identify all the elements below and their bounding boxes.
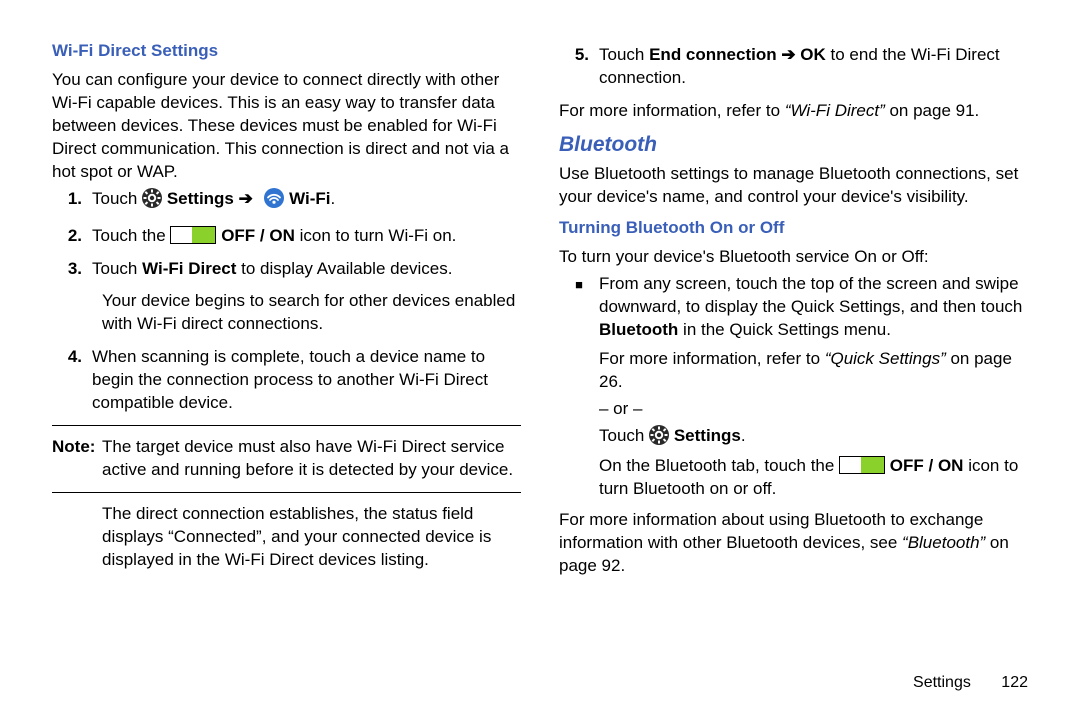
arrow-icon: ➔ — [239, 189, 253, 208]
footer-section: Settings — [913, 674, 971, 691]
wifi-direct-steps-cont: 4. When scanning is complete, touch a de… — [52, 346, 521, 415]
note-body: The target device must also have Wi-Fi D… — [102, 436, 521, 482]
toggle-icon — [839, 456, 885, 474]
bluetooth-heading: Bluetooth — [559, 131, 1028, 159]
text: . — [741, 426, 746, 445]
bluetooth-tab-line: On the Bluetooth tab, touch the OFF / ON… — [599, 455, 1028, 501]
gear-icon — [142, 188, 162, 215]
text: Touch — [599, 45, 649, 64]
bluetooth-label: Bluetooth — [599, 320, 678, 339]
step-number: 3. — [52, 258, 92, 281]
divider — [52, 492, 521, 493]
end-connection-label: End connection — [649, 45, 781, 64]
off-on-label: OFF / ON — [221, 226, 295, 245]
wifi-direct-heading: Wi-Fi Direct Settings — [52, 40, 521, 63]
reference-title: “Wi-Fi Direct” — [785, 101, 885, 120]
settings-label: Settings — [167, 189, 239, 208]
wifi-direct-steps-right: 5. Touch End connection ➔ OK to end the … — [559, 44, 1028, 90]
note-block: Note: The target device must also have W… — [52, 436, 521, 482]
bluetooth-reference: For more information about using Bluetoo… — [559, 509, 1028, 578]
reference-title: “Bluetooth” — [902, 533, 985, 552]
bullet-1: From any screen, touch the top of the sc… — [599, 273, 1028, 342]
wifi-label: Wi-Fi — [289, 189, 330, 208]
wifi-icon — [264, 188, 284, 215]
off-on-label: OFF / ON — [890, 456, 964, 475]
bluetooth-intro: Use Bluetooth settings to manage Bluetoo… — [559, 163, 1028, 209]
toggle-icon — [170, 226, 216, 244]
or-separator: – or – — [599, 398, 1028, 421]
arrow-icon: ➔ — [781, 45, 795, 64]
page-columns: Wi-Fi Direct Settings You can configure … — [52, 40, 1028, 582]
page-footer: Settings 122 — [913, 672, 1028, 694]
text: in the Quick Settings menu. — [678, 320, 891, 339]
text: on page 91. — [885, 101, 980, 120]
step-1: Touch Settings ➔ Wi-Fi. — [92, 188, 521, 215]
reference-title: “Quick Settings” — [825, 349, 946, 368]
step-4: When scanning is complete, touch a devic… — [92, 346, 521, 415]
footer-page-number: 122 — [1001, 674, 1028, 691]
step-number: 5. — [559, 44, 599, 90]
wifi-direct-intro: You can configure your device to connect… — [52, 69, 521, 184]
wifi-direct-steps: 1. Touch Settings ➔ Wi-Fi. 2. Touch the … — [52, 188, 521, 281]
bluetooth-bullet-list: ■ From any screen, touch the top of the … — [559, 273, 1028, 342]
step-number: 4. — [52, 346, 92, 415]
text: Touch the — [92, 226, 170, 245]
left-column: Wi-Fi Direct Settings You can configure … — [52, 40, 521, 582]
bluetooth-sub-heading: Turning Bluetooth On or Off — [559, 217, 1028, 240]
text: . — [330, 189, 335, 208]
touch-settings-line: Touch Settings. — [599, 425, 1028, 452]
settings-label: Settings — [674, 426, 741, 445]
step-number: 1. — [52, 188, 92, 215]
text: From any screen, touch the top of the sc… — [599, 274, 1022, 316]
quick-settings-reference: For more information, refer to “Quick Se… — [599, 348, 1028, 394]
ok-label: OK — [796, 45, 826, 64]
wifi-direct-reference: For more information, refer to “Wi-Fi Di… — [559, 100, 1028, 123]
text: On the Bluetooth tab, touch the — [599, 456, 839, 475]
text: Touch — [599, 426, 649, 445]
after-note-text: The direct connection establishes, the s… — [102, 503, 521, 572]
step-3: Touch Wi-Fi Direct to display Available … — [92, 258, 521, 281]
step-5: Touch End connection ➔ OK to end the Wi-… — [599, 44, 1028, 90]
step-number: 2. — [52, 225, 92, 248]
text: Touch — [92, 259, 142, 278]
square-bullet-icon: ■ — [559, 273, 599, 342]
divider — [52, 425, 521, 426]
bluetooth-lead: To turn your device's Bluetooth service … — [559, 246, 1028, 269]
right-column: 5. Touch End connection ➔ OK to end the … — [559, 40, 1028, 582]
text: Touch — [92, 189, 142, 208]
step-2: Touch the OFF / ON icon to turn Wi-Fi on… — [92, 225, 521, 248]
wifi-direct-label: Wi-Fi Direct — [142, 259, 236, 278]
text: For more information, refer to — [599, 349, 825, 368]
text: icon to turn Wi-Fi on. — [295, 226, 457, 245]
text: For more information, refer to — [559, 101, 785, 120]
text: to display Available devices. — [236, 259, 452, 278]
step-3-continuation: Your device begins to search for other d… — [102, 290, 521, 336]
gear-icon — [649, 425, 669, 452]
note-label: Note: — [52, 437, 95, 456]
